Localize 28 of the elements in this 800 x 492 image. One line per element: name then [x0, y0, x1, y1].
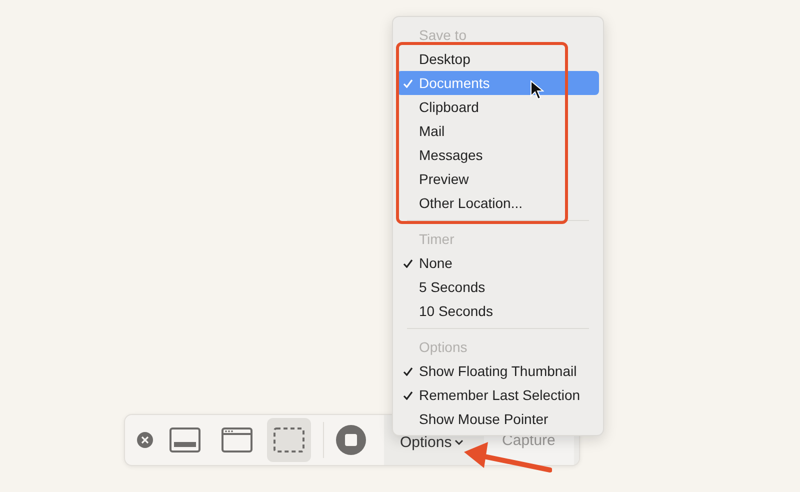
options-button[interactable]: Options	[394, 434, 470, 450]
menu-item[interactable]: Messages	[397, 143, 599, 167]
stop-icon	[345, 434, 357, 446]
menu-section-header: Options	[418, 338, 468, 357]
menu-item[interactable]: Mail	[397, 119, 599, 143]
checkmark-icon	[403, 367, 413, 376]
menu-item[interactable]: 10 Seconds	[397, 299, 599, 323]
menu-section-header: Save to	[418, 26, 468, 45]
close-button[interactable]	[137, 432, 153, 448]
record-button[interactable]	[336, 425, 366, 455]
cursor-icon	[530, 80, 544, 100]
window-icon	[221, 427, 253, 453]
close-icon	[141, 436, 149, 444]
menu-item[interactable]: Preview	[397, 167, 599, 191]
chevron-down-icon	[454, 438, 464, 446]
menu-item[interactable]: Other Location...	[397, 191, 599, 215]
checkmark-icon	[403, 391, 413, 400]
menu-item[interactable]: 5 Seconds	[397, 275, 599, 299]
checkmark-icon	[403, 259, 413, 268]
menu-item[interactable]: Remember Last Selection	[397, 383, 599, 407]
menu-item[interactable]: Show Floating Thumbnail	[397, 359, 599, 383]
dashed-selection-icon	[273, 427, 305, 453]
menu-item[interactable]: None	[397, 251, 599, 275]
menu-item[interactable]: Desktop	[397, 47, 599, 71]
checkmark-icon	[403, 79, 413, 88]
menu-section-header: Timer	[418, 230, 456, 249]
screen-icon	[169, 427, 201, 453]
capture-mode-button[interactable]	[267, 418, 311, 462]
